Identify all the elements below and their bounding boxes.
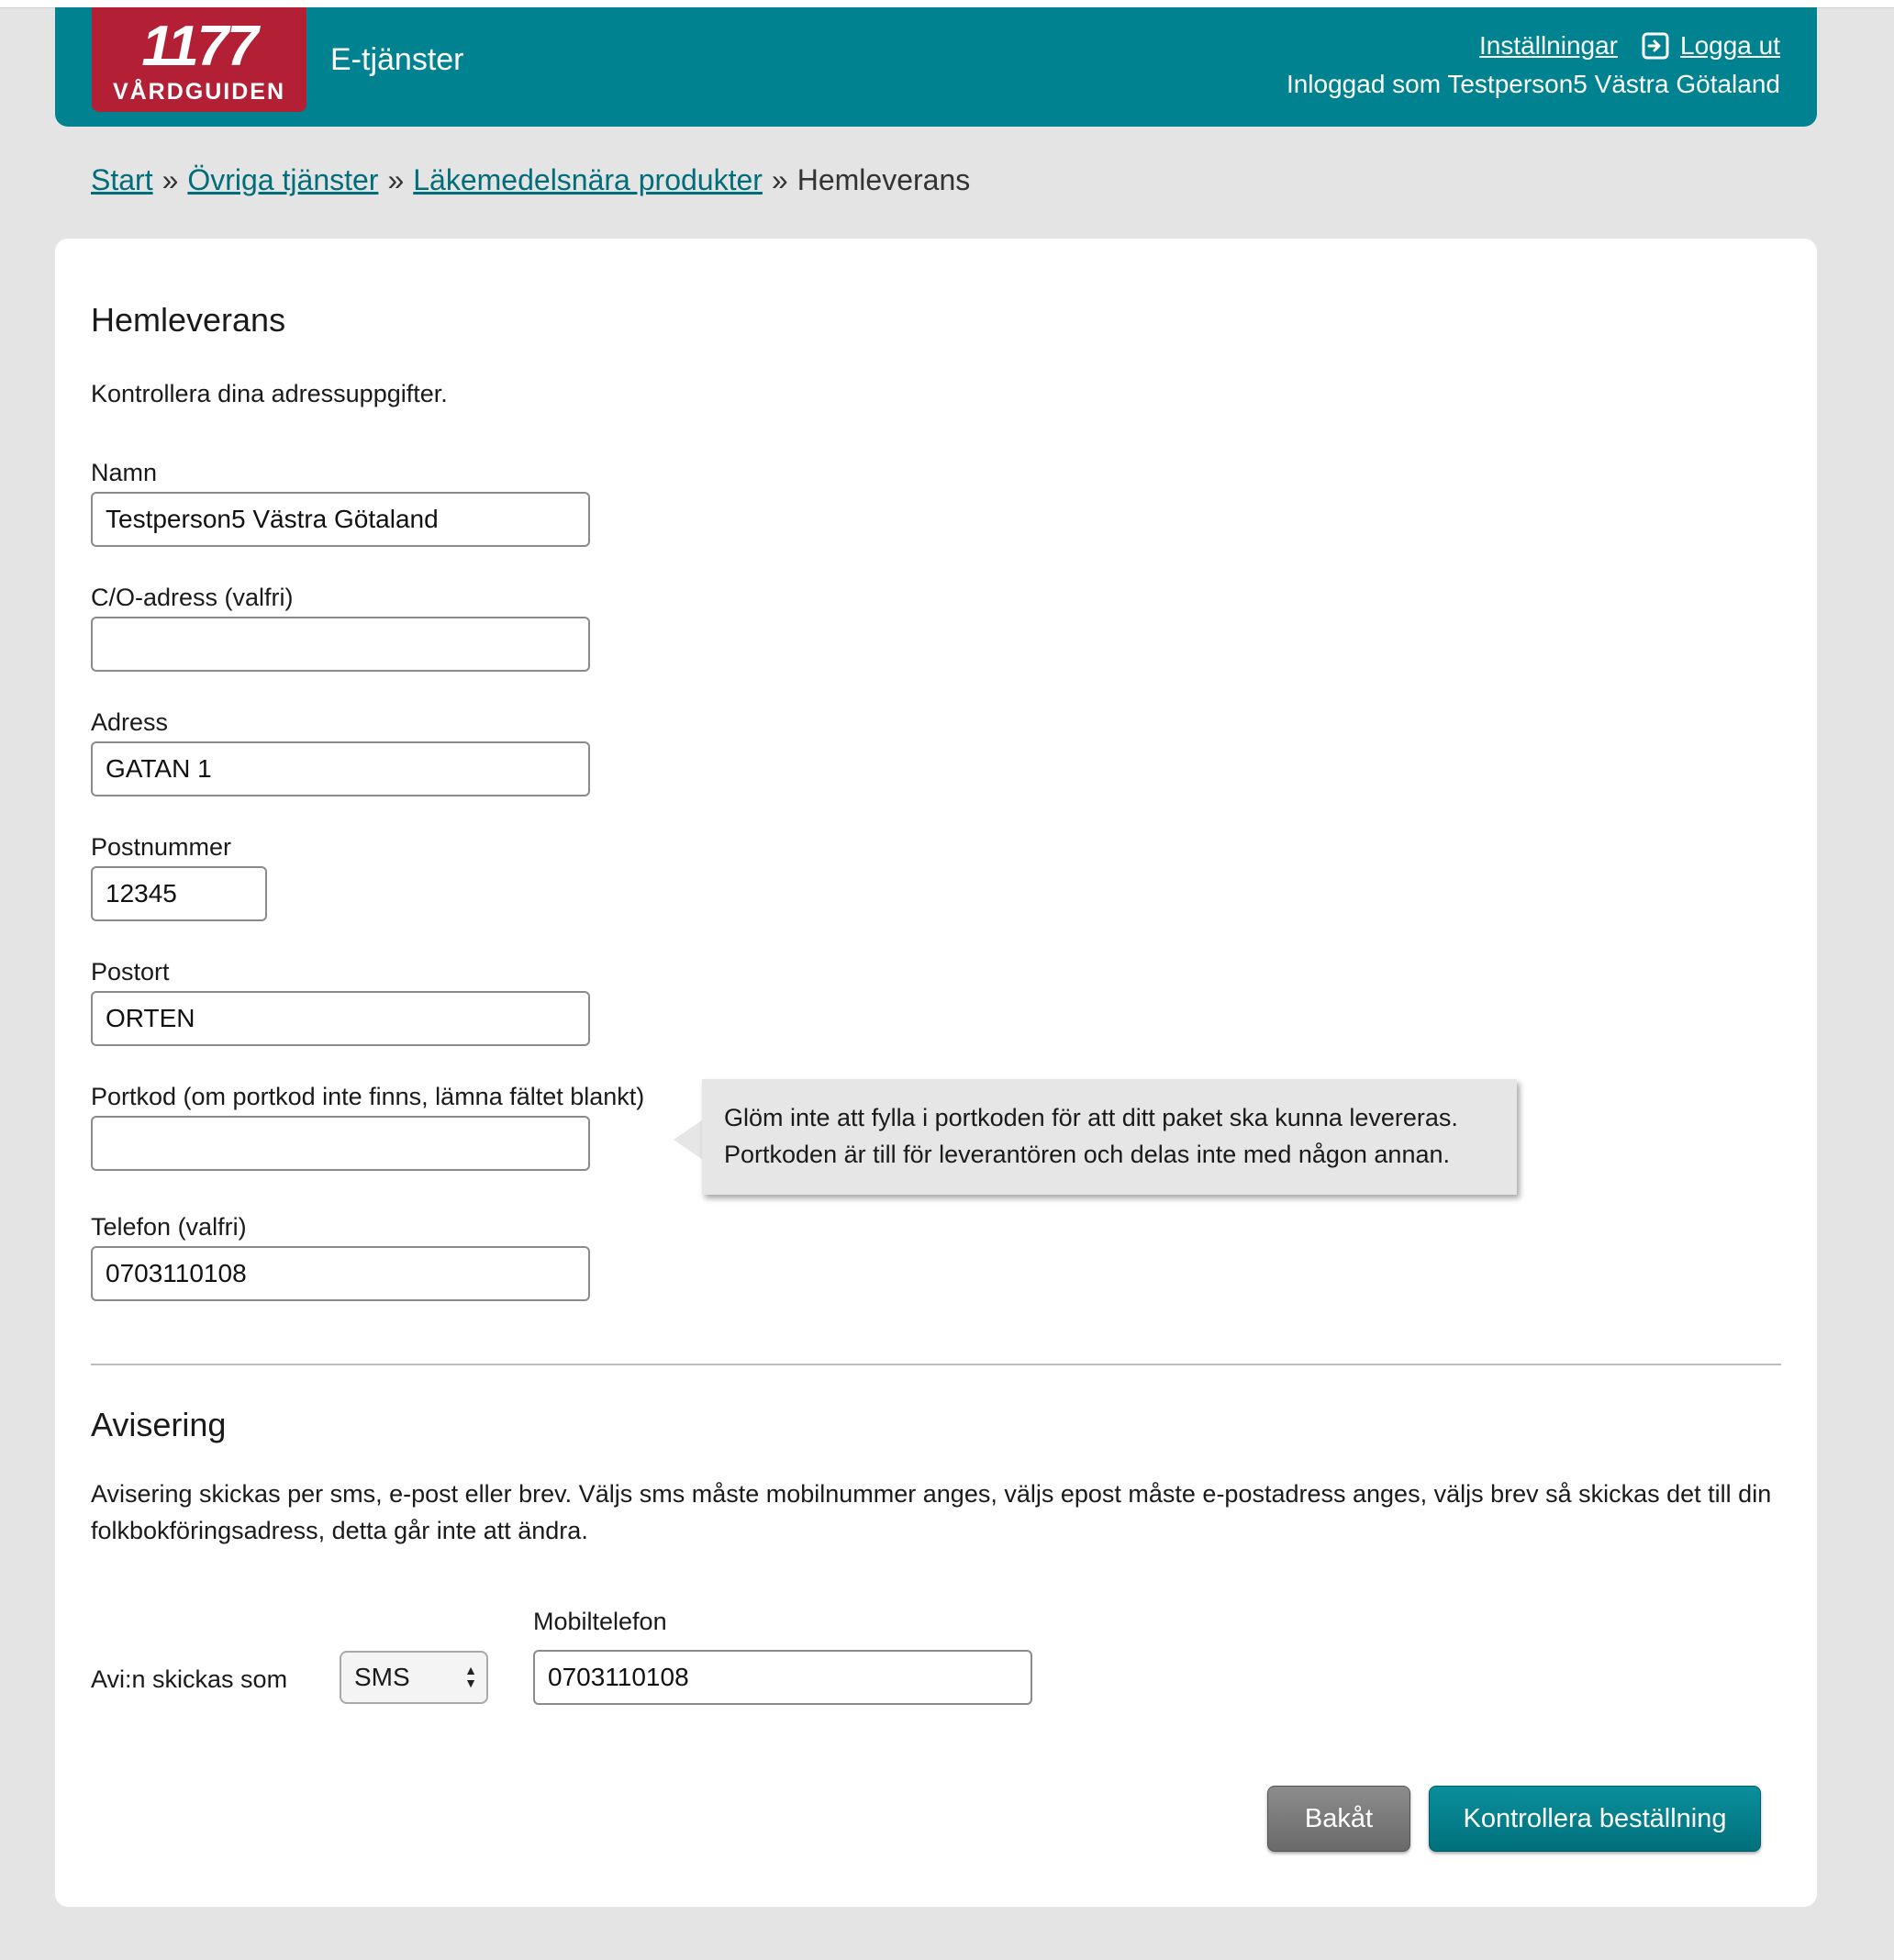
settings-link[interactable]: Inställningar <box>1479 31 1618 61</box>
door-code-input[interactable] <box>91 1116 590 1171</box>
site-header: 1177 VÅRDGUIDEN E-tjänster Inställningar… <box>55 7 1817 127</box>
phone-input[interactable] <box>91 1246 590 1301</box>
address-label: Adress <box>91 708 169 736</box>
tooltip-arrow <box>674 1119 703 1160</box>
city-label: Postort <box>91 958 170 986</box>
name-input[interactable] <box>91 492 590 547</box>
city-input[interactable] <box>91 991 590 1046</box>
breadcrumb-separator: » <box>162 163 179 196</box>
service-title: E-tjänster <box>330 42 464 77</box>
user-area: Inställningar Logga ut Inloggad som Test… <box>1287 28 1780 99</box>
postal-code-label: Postnummer <box>91 833 232 861</box>
breadcrumb-separator: » <box>771 163 788 196</box>
notification-text: Avisering skickas per sms, e-post eller … <box>91 1480 1772 1544</box>
door-code-label: Portkod (om portkod inte finns, lämna fä… <box>91 1083 645 1110</box>
mobile-label: Mobiltelefon <box>533 1608 667 1635</box>
breadcrumb-separator: » <box>387 163 405 196</box>
co-address-label: C/O-adress (valfri) <box>91 584 294 611</box>
check-order-button[interactable]: Kontrollera beställning <box>1429 1786 1761 1852</box>
tooltip-line-1: Glöm inte att fylla i portkoden för att … <box>724 1104 1458 1131</box>
tooltip-line-2: Portkoden är till för leverantören och d… <box>724 1141 1451 1168</box>
form-card: Hemleverans Kontrollera dina adressuppgi… <box>55 239 1817 1907</box>
door-code-tooltip: Glöm inte att fylla i portkoden för att … <box>702 1079 1517 1195</box>
logo-text: VÅRDGUIDEN <box>112 79 286 105</box>
breadcrumb-other-services[interactable]: Övriga tjänster <box>187 163 378 196</box>
send-as-select[interactable]: SMS ▲ ▼ <box>340 1651 488 1704</box>
phone-label: Telefon (valfri) <box>91 1213 247 1241</box>
logout-icon[interactable] <box>1642 32 1669 60</box>
breadcrumb-medical-products[interactable]: Läkemedelsnära produkter <box>413 163 763 196</box>
section-divider <box>91 1364 1781 1365</box>
postal-code-input[interactable] <box>91 866 267 921</box>
breadcrumb-current: Hemleverans <box>797 163 971 196</box>
mobile-input[interactable] <box>533 1650 1032 1705</box>
vardguiden-logo[interactable]: 1177 VÅRDGUIDEN <box>92 7 306 112</box>
logo-number: 1177 <box>141 15 258 78</box>
intro-text: Kontrollera dina adressuppgifter. <box>91 380 448 407</box>
logout-link[interactable]: Logga ut <box>1680 31 1780 61</box>
breadcrumb-start[interactable]: Start <box>91 163 153 196</box>
breadcrumb: Start» Övriga tjänster» Läkemedelsnära pro… <box>91 163 970 197</box>
name-label: Namn <box>91 459 158 486</box>
send-as-label: Avi:n skickas som <box>91 1665 288 1693</box>
notification-title: Avisering <box>91 1406 227 1443</box>
select-arrows-icon: ▲ ▼ <box>464 1663 477 1690</box>
address-input[interactable] <box>91 741 590 796</box>
logged-in-text: Inloggad som Testperson5 Västra Götaland <box>1286 70 1780 98</box>
logout-group[interactable]: Logga ut <box>1642 31 1780 61</box>
page-title: Hemleverans <box>91 301 286 339</box>
send-as-value: SMS <box>354 1663 410 1691</box>
back-button[interactable]: Bakåt <box>1267 1786 1410 1852</box>
co-address-input[interactable] <box>91 617 590 672</box>
